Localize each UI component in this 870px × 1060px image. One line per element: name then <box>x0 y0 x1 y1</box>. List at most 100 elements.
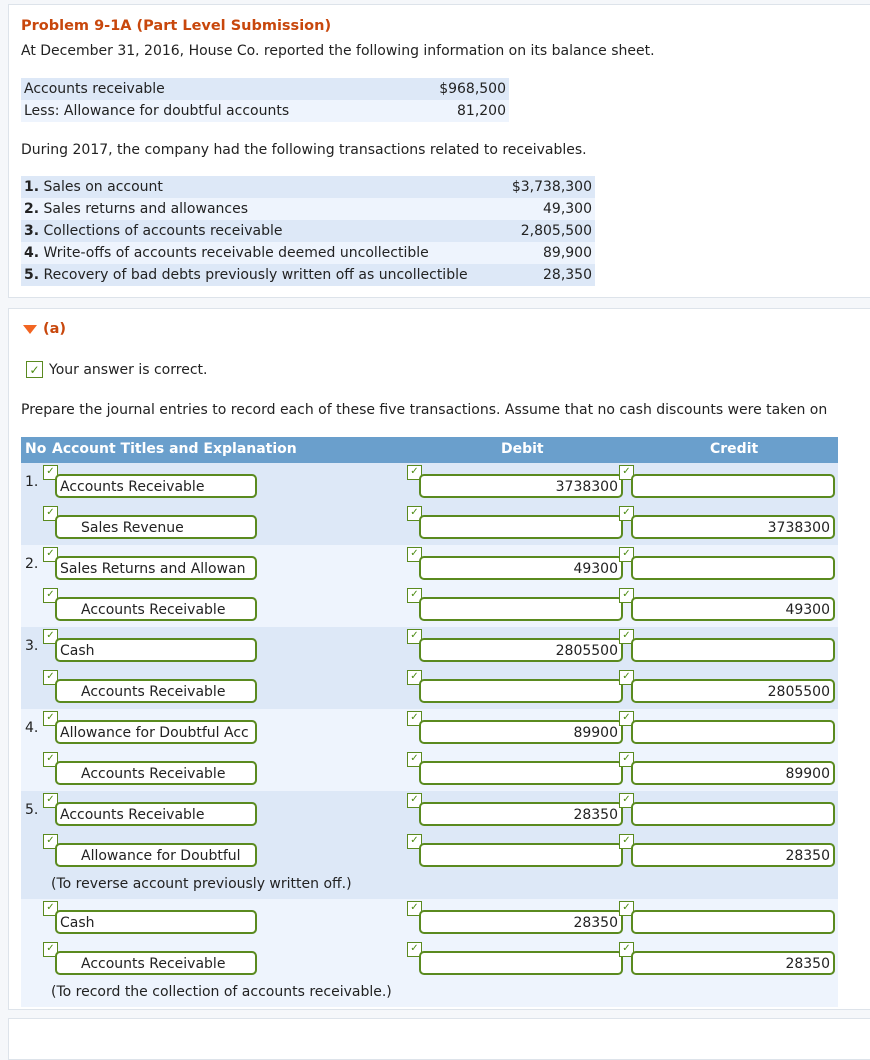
credit-field[interactable]: 89900 <box>631 761 835 785</box>
instructions: Prepare the journal entries to record ea… <box>21 402 828 418</box>
account-title-field[interactable]: Sales Returns and Allowan <box>55 556 257 580</box>
account-title-field[interactable]: Sales Revenue <box>55 515 257 539</box>
debit-field[interactable]: 89900 <box>419 720 623 744</box>
tx-amount: $3,738,300 <box>503 176 595 198</box>
part-a-label: (a) <box>43 321 67 337</box>
entry-number: 5. <box>25 802 39 818</box>
account-title-field[interactable]: Accounts Receivable <box>55 474 257 498</box>
col-debit: Debit <box>501 441 544 457</box>
credit-field[interactable]: 3738300 <box>631 515 835 539</box>
account-title-field[interactable]: Accounts Receivable <box>55 761 257 785</box>
table-row: 1. Sales on account $3,738,300 <box>21 176 595 198</box>
debit-field[interactable] <box>419 951 623 975</box>
credit-field[interactable] <box>631 802 835 826</box>
debit-field[interactable]: 3738300 <box>419 474 623 498</box>
journal-line: 3. ✓ Cash ✓ 2805500 ✓ <box>21 627 838 668</box>
col-no: No <box>25 441 47 457</box>
credit-field[interactable] <box>631 720 835 744</box>
answer-status: ✓ Your answer is correct. <box>26 361 207 378</box>
tx-amount: 49,300 <box>503 198 595 220</box>
table-row: 2. Sales returns and allowances 49,300 <box>21 198 595 220</box>
journal-entry: 2. ✓ Sales Returns and Allowan ✓ 49300 ✓ ✓ Acco… <box>21 545 838 627</box>
credit-field[interactable]: 2805500 <box>631 679 835 703</box>
col-account: Account Titles and Explanation <box>52 441 297 457</box>
table-row: Less: Allowance for doubtful accounts 81… <box>21 100 509 122</box>
debit-field[interactable]: 2805500 <box>419 638 623 662</box>
journal-table: No Account Titles and Explanation Debit … <box>21 437 838 1007</box>
account-title-field[interactable]: Cash <box>55 638 257 662</box>
debit-field[interactable] <box>419 761 623 785</box>
journal-line: ✓ Accounts Receivable ✓ ✓ 28350 <box>21 940 838 981</box>
entry-number: 4. <box>25 720 39 736</box>
tx-amount: 28,350 <box>503 264 595 286</box>
journal-body: 1. ✓ Accounts Receivable ✓ 3738300 ✓ ✓ Sales Re… <box>21 463 838 1007</box>
tx-label: Recovery of bad debts previously written… <box>43 267 468 283</box>
bs-amount: $968,500 <box>427 78 509 100</box>
credit-field[interactable] <box>631 910 835 934</box>
table-row: Accounts receivable $968,500 <box>21 78 509 100</box>
debit-field[interactable]: 28350 <box>419 802 623 826</box>
problem-panel: Problem 9-1A (Part Level Submission) At … <box>8 4 870 298</box>
tx-num: 1. <box>24 179 40 195</box>
problem-intro-2: During 2017, the company had the followi… <box>21 142 587 158</box>
account-title-field[interactable]: Accounts Receivable <box>55 951 257 975</box>
table-row: 4. Write-offs of accounts receivable dee… <box>21 242 595 264</box>
account-title-field[interactable]: Allowance for Doubtful <box>55 843 257 867</box>
account-title-field[interactable]: Accounts Receivable <box>55 597 257 621</box>
bs-label: Less: Allowance for doubtful accounts <box>21 100 427 122</box>
credit-field[interactable]: 28350 <box>631 951 835 975</box>
debit-field[interactable]: 28350 <box>419 910 623 934</box>
tx-amount: 2,805,500 <box>503 220 595 242</box>
bs-label: Accounts receivable <box>21 78 427 100</box>
answer-status-text: Your answer is correct. <box>49 361 208 378</box>
tx-num: 2. <box>24 201 40 217</box>
credit-field[interactable] <box>631 474 835 498</box>
journal-line: ✓ Cash ✓ 28350 ✓ <box>21 899 838 940</box>
credit-field[interactable]: 49300 <box>631 597 835 621</box>
journal-entry: 5. ✓ Accounts Receivable ✓ 28350 ✓ ✓ Allowance … <box>21 791 838 899</box>
account-title-field[interactable]: Accounts Receivable <box>55 679 257 703</box>
account-title-field[interactable]: Allowance for Doubtful Acc <box>55 720 257 744</box>
journal-entry: 1. ✓ Accounts Receivable ✓ 3738300 ✓ ✓ Sales Re… <box>21 463 838 545</box>
collapse-triangle-icon <box>23 324 37 334</box>
credit-field[interactable] <box>631 638 835 662</box>
account-title-field[interactable]: Accounts Receivable <box>55 802 257 826</box>
part-a-panel: (a) ✓ Your answer is correct. Prepare th… <box>8 308 870 1010</box>
tx-label: Sales on account <box>43 179 163 195</box>
credit-field[interactable] <box>631 556 835 580</box>
table-row: 5. Recovery of bad debts previously writ… <box>21 264 595 286</box>
journal-line: ✓ Accounts Receivable ✓ ✓ 49300 <box>21 586 838 627</box>
debit-field[interactable] <box>419 597 623 621</box>
journal-line: 1. ✓ Accounts Receivable ✓ 3738300 ✓ <box>21 463 838 504</box>
journal-entry: 4. ✓ Allowance for Doubtful Acc ✓ 89900 ✓ ✓ Acc… <box>21 709 838 791</box>
entry-explanation: (To record the collection of accounts re… <box>51 984 392 1000</box>
part-a-toggle[interactable]: (a) <box>23 321 66 337</box>
debit-field[interactable] <box>419 515 623 539</box>
problem-title: Problem 9-1A (Part Level Submission) <box>21 18 332 34</box>
tx-amount: 89,900 <box>503 242 595 264</box>
col-credit: Credit <box>710 441 759 457</box>
balance-sheet-table: Accounts receivable $968,500 Less: Allow… <box>21 78 509 122</box>
account-title-field[interactable]: Cash <box>55 910 257 934</box>
problem-intro: At December 31, 2016, House Co. reported… <box>21 43 655 59</box>
tx-num: 4. <box>24 245 40 261</box>
debit-field[interactable]: 49300 <box>419 556 623 580</box>
next-part-panel <box>8 1018 870 1060</box>
tx-label: Collections of accounts receivable <box>43 223 283 239</box>
table-row: 3. Collections of accounts receivable 2,… <box>21 220 595 242</box>
journal-header: No Account Titles and Explanation Debit … <box>21 437 838 463</box>
debit-field[interactable] <box>419 843 623 867</box>
credit-field[interactable]: 28350 <box>631 843 835 867</box>
journal-line: 4. ✓ Allowance for Doubtful Acc ✓ 89900 ✓ <box>21 709 838 750</box>
tx-label: Sales returns and allowances <box>43 201 248 217</box>
entry-number: 2. <box>25 556 39 572</box>
journal-line: ✓ Allowance for Doubtful ✓ ✓ 28350 <box>21 832 838 873</box>
tx-label: Write-offs of accounts receivable deemed… <box>43 245 429 261</box>
journal-line: ✓ Accounts Receivable ✓ ✓ 89900 <box>21 750 838 791</box>
debit-field[interactable] <box>419 679 623 703</box>
entry-number: 3. <box>25 638 39 654</box>
journal-line: ✓ Sales Revenue ✓ ✓ 3738300 <box>21 504 838 545</box>
entry-explanation: (To reverse account previously written o… <box>51 876 352 892</box>
bs-amount: 81,200 <box>427 100 509 122</box>
journal-line: ✓ Accounts Receivable ✓ ✓ 2805500 <box>21 668 838 709</box>
